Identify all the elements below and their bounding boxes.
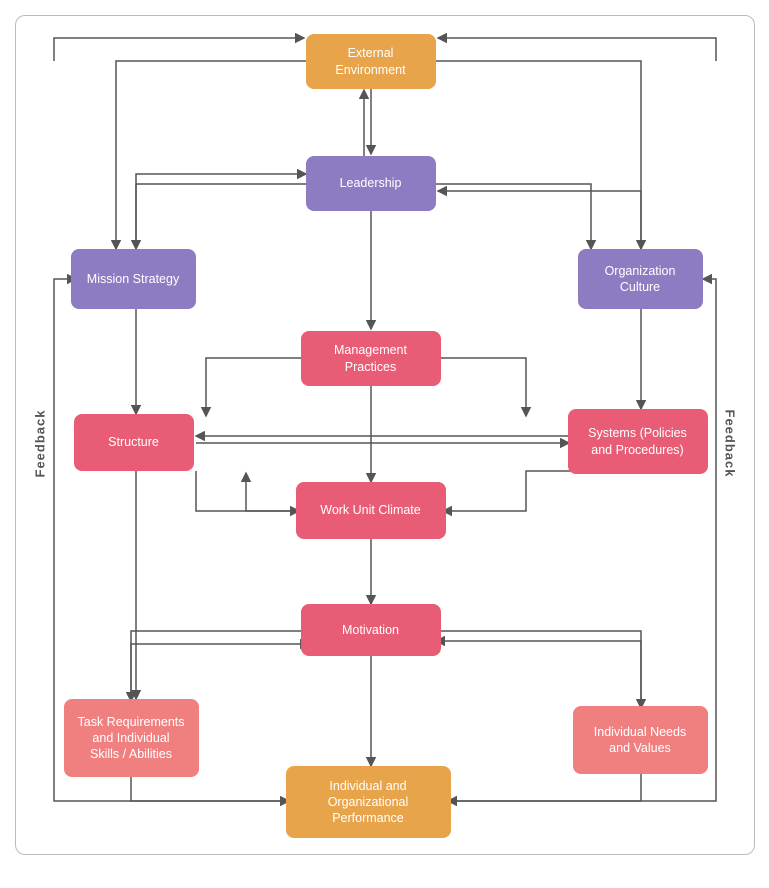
node-task: Task Requirementsand IndividualSkills / … [64,699,199,777]
diagram-container: Feedback Feedback [15,15,755,855]
node-systems: Systems (Policiesand Procedures) [568,409,708,474]
node-structure: Structure [74,414,194,471]
node-mission: Mission Strategy [71,249,196,309]
node-performance: Individual andOrganizationalPerformance [286,766,451,838]
node-management: ManagementPractices [301,331,441,386]
node-individual: Individual Needsand Values [573,706,708,774]
node-orgculture: OrganizationCulture [578,249,703,309]
feedback-label-right: Feedback [722,410,737,478]
feedback-label-left: Feedback [32,410,47,478]
node-leadership: Leadership [306,156,436,211]
node-external: ExternalEnvironment [306,34,436,89]
node-motivation: Motivation [301,604,441,656]
node-workunit: Work Unit Climate [296,482,446,539]
